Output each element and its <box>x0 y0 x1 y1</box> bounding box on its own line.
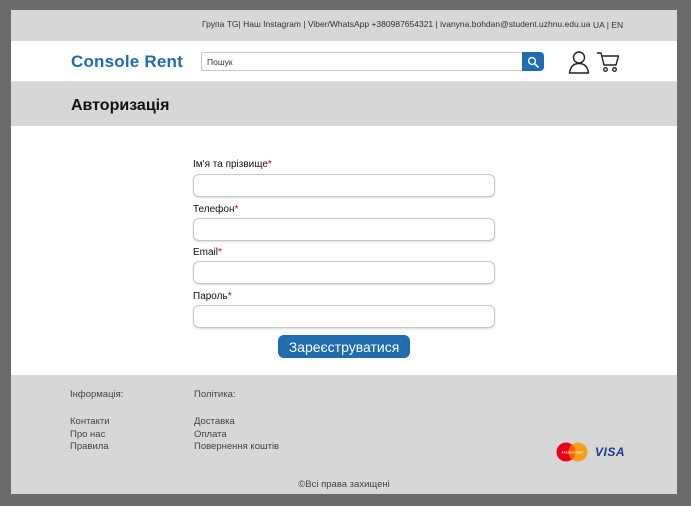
required-mark: * <box>234 204 239 215</box>
footer-link-delivery[interactable]: Доставка <box>194 416 279 429</box>
search-input[interactable] <box>201 52 521 71</box>
password-label-text: Пароль <box>193 291 228 302</box>
email-field-label: Email* <box>193 247 222 258</box>
page-title: Авторизація <box>71 97 170 114</box>
visa-logo: VISA <box>595 445 626 459</box>
phone-field-label: Телефон* <box>193 204 238 215</box>
search-icon <box>527 56 539 68</box>
lang-ua-link[interactable]: UA <box>593 20 604 30</box>
user-icon[interactable] <box>568 50 590 74</box>
name-label-text: Ім'я та прізвище <box>193 159 268 170</box>
name-field[interactable] <box>193 174 495 197</box>
required-mark: * <box>227 291 232 302</box>
phone-field[interactable] <box>193 218 495 241</box>
lang-en-link[interactable]: EN <box>611 20 623 30</box>
name-field-label: Ім'я та прізвище* <box>193 159 272 170</box>
mastercard-logo: MasterCard <box>556 442 588 462</box>
footer-link-refund[interactable]: Повернення коштів <box>194 441 279 454</box>
footer-link-contacts[interactable]: Контакти <box>70 416 123 429</box>
site-header: Console Rent <box>11 41 677 82</box>
email-label-text: Email <box>193 247 219 258</box>
site-footer: Інформація: Контакти Про нас Правила Пол… <box>11 375 677 494</box>
cart-icon[interactable] <box>596 51 620 73</box>
footer-policy-column: Політика: Доставка Оплата Повернення кош… <box>194 389 279 454</box>
register-button[interactable]: Зареєструватися <box>278 335 410 358</box>
page-frame: Група TG| Наш Instagram | Viber/WhatsApp… <box>11 10 677 494</box>
site-logo[interactable]: Console Rent <box>71 52 183 72</box>
auth-form: Ім'я та прізвище* Телефон* Email* Пароль… <box>11 126 677 375</box>
search-button[interactable] <box>522 52 544 71</box>
footer-policy-heading: Політика: <box>194 389 236 400</box>
footer-info-column: Інформація: Контакти Про нас Правила <box>70 389 123 454</box>
password-field[interactable] <box>193 305 495 328</box>
copyright-text: ©Всі права захищені <box>298 479 390 490</box>
top-info-bar: Група TG| Наш Instagram | Viber/WhatsApp… <box>11 10 677 41</box>
page-title-bar: Авторизація <box>11 82 677 126</box>
footer-info-heading: Інформація: <box>70 389 124 400</box>
footer-link-payment[interactable]: Оплата <box>194 429 279 442</box>
mastercard-text: MasterCard <box>562 450 584 455</box>
footer-link-rules[interactable]: Правила <box>70 441 123 454</box>
footer-link-about[interactable]: Про нас <box>70 429 123 442</box>
contacts-line[interactable]: Група TG| Наш Instagram | Viber/WhatsApp… <box>202 19 591 29</box>
phone-label-text: Телефон <box>193 204 235 215</box>
language-switcher: UA | EN <box>593 20 623 30</box>
email-field[interactable] <box>193 261 495 284</box>
required-mark: * <box>218 247 222 258</box>
password-field-label: Пароль* <box>193 291 232 302</box>
required-mark: * <box>267 159 272 170</box>
